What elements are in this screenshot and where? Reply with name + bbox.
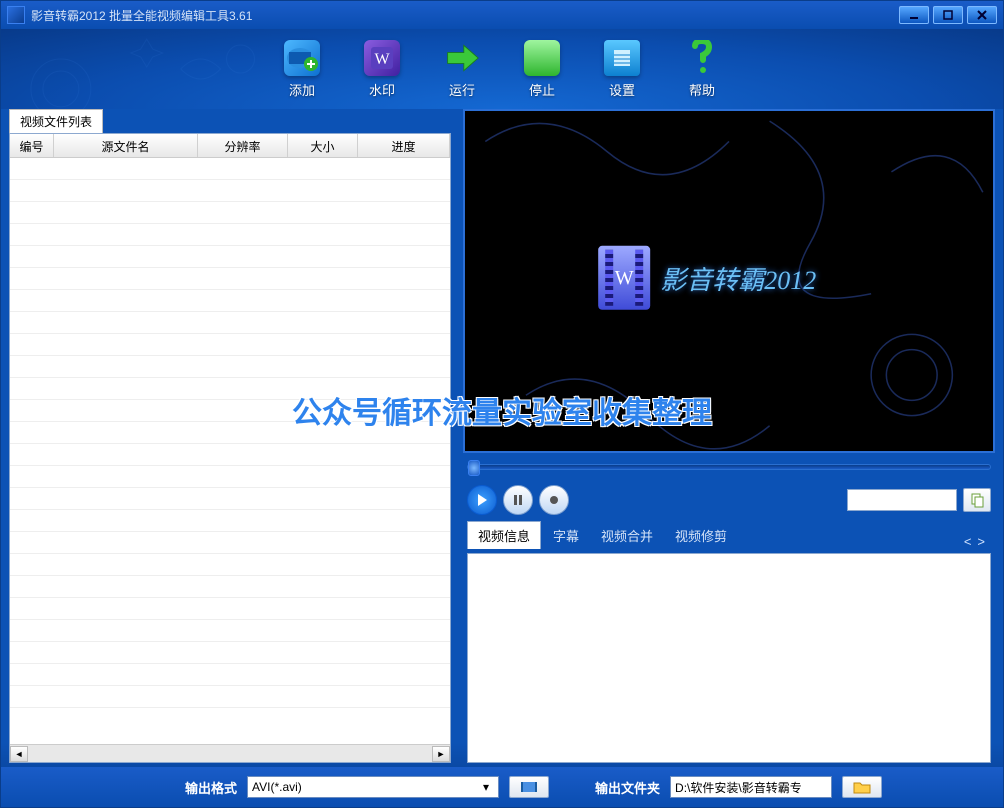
output-format-label: 输出格式 bbox=[185, 778, 237, 797]
table-row bbox=[10, 180, 450, 202]
table-row bbox=[10, 510, 450, 532]
toolbar-background: 添加 W 水印 运行 停止 bbox=[1, 29, 1003, 109]
file-table: 编号 源文件名 分辨率 大小 进度 bbox=[9, 133, 451, 763]
maximize-button[interactable] bbox=[933, 6, 963, 24]
browse-folder-button[interactable] bbox=[842, 776, 882, 798]
stop-icon bbox=[524, 40, 560, 76]
output-folder-field[interactable]: D:\软件安装\影音转霸专 bbox=[670, 776, 832, 798]
window-title: 影音转霸2012 批量全能视频编辑工具3.61 bbox=[31, 7, 899, 24]
brand-text: 影音转霸2012 bbox=[660, 259, 816, 296]
tab-nav: < > bbox=[964, 534, 991, 549]
brand-logo-icon: W bbox=[598, 246, 650, 310]
col-progress[interactable]: 进度 bbox=[358, 134, 450, 157]
scroll-right-arrow[interactable]: ► bbox=[432, 746, 450, 762]
seek-handle[interactable] bbox=[468, 460, 480, 476]
file-list-panel: 视频文件列表 编号 源文件名 分辨率 大小 进度 bbox=[9, 109, 451, 763]
add-icon bbox=[284, 40, 320, 76]
app-window: 影音转霸2012 批量全能视频编辑工具3.61 添加 bbox=[0, 0, 1004, 808]
table-row bbox=[10, 444, 450, 466]
table-row bbox=[10, 686, 450, 708]
filelist-tab[interactable]: 视频文件列表 bbox=[9, 109, 103, 133]
minimize-button[interactable] bbox=[899, 6, 929, 24]
table-row bbox=[10, 268, 450, 290]
record-button[interactable] bbox=[539, 485, 569, 515]
col-filename[interactable]: 源文件名 bbox=[54, 134, 198, 157]
tab-trim[interactable]: 视频修剪 bbox=[665, 522, 737, 549]
app-icon bbox=[7, 6, 25, 24]
bottom-bar: 输出格式 AVI(*.avi) ▾ 输出文件夹 D:\软件安装\影音转霸专 bbox=[1, 767, 1003, 807]
table-row bbox=[10, 400, 450, 422]
format-options-button[interactable] bbox=[509, 776, 549, 798]
table-row bbox=[10, 312, 450, 334]
table-row bbox=[10, 466, 450, 488]
run-button[interactable]: 运行 bbox=[444, 40, 480, 99]
table-row bbox=[10, 422, 450, 444]
table-row bbox=[10, 532, 450, 554]
table-row bbox=[10, 664, 450, 686]
table-header: 编号 源文件名 分辨率 大小 进度 bbox=[10, 134, 450, 158]
tab-subtitle[interactable]: 字幕 bbox=[543, 522, 589, 549]
play-button[interactable] bbox=[467, 485, 497, 515]
watermark-icon: W bbox=[364, 40, 400, 76]
close-button[interactable] bbox=[967, 6, 997, 24]
table-body[interactable] bbox=[10, 158, 450, 744]
run-icon bbox=[444, 40, 480, 76]
watermark-button[interactable]: W 水印 bbox=[364, 40, 400, 99]
table-row bbox=[10, 576, 450, 598]
preview-panel: W 影音转霸2012 bbox=[463, 109, 995, 763]
add-button[interactable]: 添加 bbox=[284, 40, 320, 99]
chevron-down-icon: ▾ bbox=[478, 780, 494, 794]
table-row bbox=[10, 642, 450, 664]
tab-prev-icon[interactable]: < bbox=[964, 534, 972, 549]
scroll-left-arrow[interactable]: ◄ bbox=[10, 746, 28, 762]
stop-button[interactable]: 停止 bbox=[524, 40, 560, 99]
settings-button[interactable]: 设置 bbox=[604, 40, 640, 99]
main-toolbar: 添加 W 水印 运行 停止 bbox=[1, 29, 1003, 109]
pause-button[interactable] bbox=[503, 485, 533, 515]
tab-merge[interactable]: 视频合并 bbox=[591, 522, 663, 549]
settings-icon bbox=[604, 40, 640, 76]
col-resolution[interactable]: 分辨率 bbox=[198, 134, 288, 157]
help-icon bbox=[684, 40, 720, 76]
titlebar[interactable]: 影音转霸2012 批量全能视频编辑工具3.61 bbox=[1, 1, 1003, 29]
timecode-field[interactable] bbox=[847, 489, 957, 511]
seek-bar[interactable] bbox=[463, 457, 995, 477]
info-panel bbox=[467, 553, 991, 763]
col-size[interactable]: 大小 bbox=[288, 134, 358, 157]
video-preview[interactable]: W 影音转霸2012 bbox=[463, 109, 995, 453]
table-row bbox=[10, 488, 450, 510]
col-index[interactable]: 编号 bbox=[10, 134, 54, 157]
table-row bbox=[10, 202, 450, 224]
table-row bbox=[10, 334, 450, 356]
table-row bbox=[10, 598, 450, 620]
playback-controls bbox=[463, 481, 995, 519]
info-tabstrip: 视频信息 字幕 视频合并 视频修剪 < > bbox=[463, 523, 995, 549]
table-row bbox=[10, 554, 450, 576]
tab-next-icon[interactable]: > bbox=[977, 534, 985, 549]
output-format-select[interactable]: AVI(*.avi) ▾ bbox=[247, 776, 499, 798]
table-row bbox=[10, 246, 450, 268]
svg-text:W: W bbox=[374, 51, 390, 68]
table-row bbox=[10, 224, 450, 246]
copy-button[interactable] bbox=[963, 488, 991, 512]
table-row bbox=[10, 356, 450, 378]
help-button[interactable]: 帮助 bbox=[684, 40, 720, 99]
table-row bbox=[10, 158, 450, 180]
table-row bbox=[10, 620, 450, 642]
output-folder-label: 输出文件夹 bbox=[595, 778, 660, 797]
window-controls bbox=[899, 6, 997, 24]
tab-videoinfo[interactable]: 视频信息 bbox=[467, 521, 541, 549]
horizontal-scrollbar[interactable]: ◄ ► bbox=[10, 744, 450, 762]
table-row bbox=[10, 290, 450, 312]
table-row bbox=[10, 378, 450, 400]
